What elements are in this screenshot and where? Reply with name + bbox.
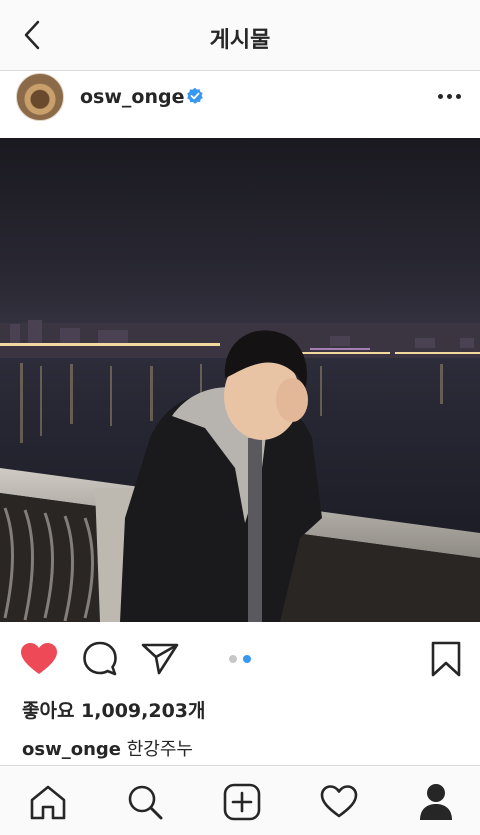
search-icon	[128, 785, 163, 820]
activity-heart-icon	[320, 785, 358, 818]
post-header: osw_onge	[0, 72, 480, 138]
likes-count[interactable]: 좋아요 1,009,203개	[22, 696, 206, 723]
tab-activity[interactable]	[319, 782, 359, 822]
carousel-indicator	[229, 655, 251, 663]
bottom-tab-bar	[0, 765, 480, 835]
share-button[interactable]	[140, 640, 180, 678]
post-username[interactable]: osw_onge	[80, 86, 184, 108]
send-paper-plane-icon	[141, 643, 179, 675]
comment-bubble-icon	[83, 641, 117, 676]
tab-new-post[interactable]	[222, 782, 262, 822]
post-photo[interactable]	[0, 138, 480, 622]
home-icon	[30, 785, 66, 820]
more-horizontal-icon	[438, 93, 443, 99]
comment-button[interactable]	[80, 640, 120, 678]
heart-filled-icon	[21, 643, 57, 674]
bookmark-icon	[431, 641, 461, 677]
carousel-dot-active	[243, 655, 251, 663]
new-post-icon	[223, 783, 261, 821]
tab-search[interactable]	[125, 782, 165, 822]
like-button[interactable]	[19, 640, 59, 678]
caption-username[interactable]: osw_onge	[22, 739, 121, 760]
tab-home[interactable]	[28, 782, 68, 822]
save-button[interactable]	[426, 640, 466, 678]
top-nav-bar: 게시물	[0, 0, 480, 71]
caption-text: 한강주누	[126, 739, 193, 760]
profile-icon	[420, 784, 452, 820]
avatar[interactable]	[16, 73, 64, 121]
post-actions	[0, 622, 480, 692]
tab-profile[interactable]	[416, 782, 456, 822]
post-photo-image	[0, 138, 480, 622]
page-title: 게시물	[209, 28, 271, 53]
more-options-button[interactable]	[438, 90, 466, 102]
verified-badge-icon	[187, 87, 203, 104]
carousel-dot	[229, 655, 237, 663]
caption: osw_onge 한강주누	[22, 735, 193, 761]
